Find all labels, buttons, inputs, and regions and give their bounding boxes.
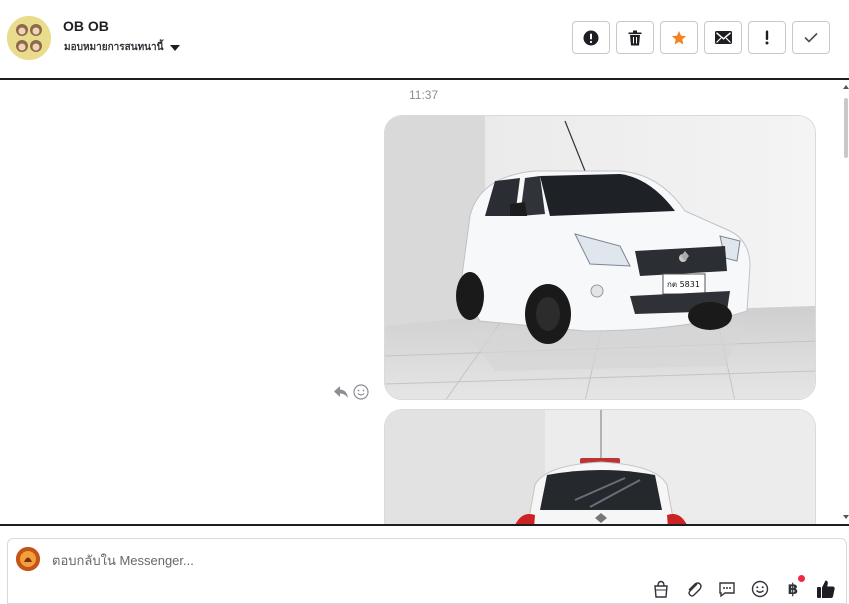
reply-icon[interactable] bbox=[333, 385, 349, 399]
mark-spam-button[interactable] bbox=[572, 21, 610, 54]
delete-button[interactable] bbox=[616, 21, 654, 54]
svg-text:กต 5831: กต 5831 bbox=[667, 280, 700, 289]
like-icon bbox=[817, 580, 835, 598]
check-icon bbox=[804, 32, 818, 43]
star-button[interactable] bbox=[660, 21, 698, 54]
star-icon bbox=[671, 30, 687, 44]
header-actions bbox=[572, 21, 830, 54]
car-photo-front[interactable]: กต 5831 bbox=[384, 115, 816, 400]
reply-input[interactable] bbox=[52, 551, 652, 569]
bag-icon bbox=[654, 580, 668, 598]
conversation-header: OB OB มอบหมายการสนทนานี้ bbox=[0, 0, 849, 78]
mark-unread-button[interactable] bbox=[704, 21, 742, 54]
saved-reply-icon bbox=[719, 582, 735, 598]
payment-button[interactable]: ฿ bbox=[783, 575, 805, 599]
baht-icon: ฿ bbox=[787, 581, 799, 598]
envelope-icon bbox=[714, 31, 732, 44]
assign-conversation-dropdown[interactable]: มอบหมายการสนทนานี้ bbox=[64, 40, 181, 55]
paperclip-icon bbox=[688, 582, 702, 597]
message-scrollbar[interactable] bbox=[843, 80, 849, 524]
emoji-button[interactable] bbox=[750, 579, 770, 599]
follow-up-button[interactable] bbox=[748, 21, 786, 54]
react-emoji-icon[interactable] bbox=[353, 384, 369, 400]
contact-name[interactable]: OB OB bbox=[63, 18, 109, 34]
attach-button[interactable] bbox=[684, 579, 704, 599]
mark-done-button[interactable] bbox=[792, 21, 830, 54]
car-photo-rear[interactable] bbox=[384, 409, 816, 524]
scroll-thumb[interactable] bbox=[844, 98, 848, 158]
saved-replies-button[interactable] bbox=[717, 579, 737, 599]
messenger-conversation: OB OB มอบหมายการสนทนานี้ 11:37 กต 5831 ต… bbox=[0, 0, 849, 604]
scroll-up-icon[interactable] bbox=[843, 84, 849, 90]
message-list[interactable]: 11:37 กต 5831 bbox=[0, 80, 849, 524]
reply-composer: ฿ bbox=[7, 538, 847, 604]
composer-divider bbox=[0, 524, 849, 526]
alert-icon bbox=[583, 30, 599, 45]
timestamp-text: 11:37 bbox=[409, 88, 439, 102]
contact-avatar[interactable] bbox=[7, 16, 51, 60]
catalog-button[interactable] bbox=[651, 579, 671, 599]
notification-dot bbox=[798, 575, 805, 582]
page-avatar bbox=[16, 547, 40, 571]
composer-toolbar: ฿ bbox=[651, 575, 836, 599]
trash-icon bbox=[628, 30, 642, 45]
message-tools bbox=[333, 384, 369, 400]
exclamation-icon bbox=[765, 30, 769, 45]
emoji-icon bbox=[751, 580, 769, 598]
scroll-down-icon[interactable] bbox=[843, 514, 849, 520]
assign-label: มอบหมายการสนทนานี้ bbox=[64, 42, 164, 53]
caret-down-icon bbox=[170, 44, 181, 51]
like-button[interactable] bbox=[816, 579, 836, 599]
